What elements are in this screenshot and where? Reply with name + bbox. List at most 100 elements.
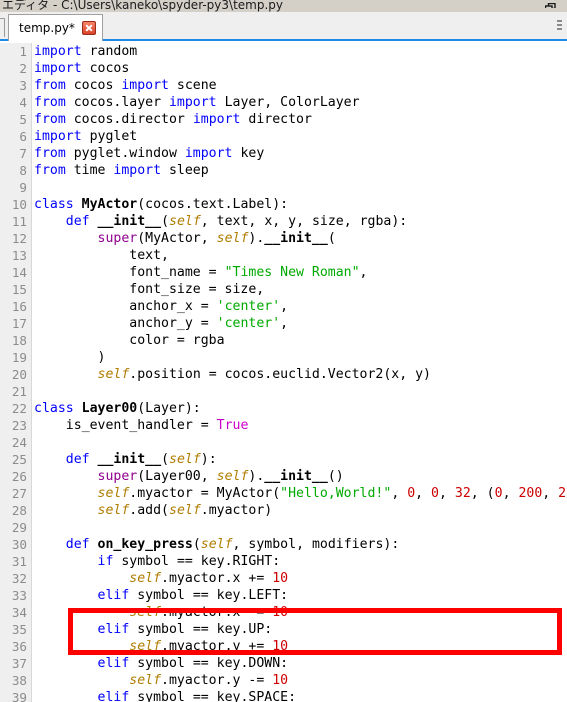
code-line[interactable]: 38 self.myactor.y -= 10 [0, 672, 567, 689]
code-text[interactable]: self.myactor.y += 10 [34, 638, 288, 655]
code-text[interactable]: super(Layer00, self).__init__() [34, 468, 344, 485]
code-line[interactable]: 14 font_name = "Times New Roman", [0, 264, 567, 281]
code-line[interactable]: 26 super(Layer00, self).__init__() [0, 468, 567, 485]
line-number: 4 [19, 95, 27, 110]
code-line[interactable]: 32 self.myactor.x += 10 [0, 570, 567, 587]
code-text[interactable]: self.myactor.x += 10 [34, 570, 288, 587]
code-line[interactable]: 25 def __init__(self): [0, 451, 567, 468]
code-text[interactable]: self.myactor.y -= 10 [34, 672, 288, 689]
code-line[interactable]: 1 import random [0, 43, 567, 60]
code-text[interactable]: is_event_handler = True [34, 417, 249, 434]
code-lines[interactable]: 1 import random 2 import cocos 3 from cocos i… [0, 43, 567, 702]
line-number: 24 [11, 435, 27, 450]
code-line[interactable]: 23 is_event_handler = True [0, 417, 567, 434]
line-number: 38 [11, 673, 27, 688]
code-text[interactable]: elif symbol == key.LEFT: [34, 587, 289, 604]
code-line[interactable]: 31 if symbol == key.RIGHT: [0, 553, 567, 570]
code-line[interactable]: 11 def __init__(self, text, x, y, size, … [0, 213, 567, 230]
code-text[interactable]: elif symbol == key.UP: [34, 621, 273, 638]
code-text[interactable]: class MyActor(cocos.text.Label): [34, 196, 288, 213]
code-line[interactable]: 36 self.myactor.y += 10 [0, 638, 567, 655]
code-line[interactable]: 8 from time import sleep [0, 162, 567, 179]
line-number: 39 [11, 690, 27, 702]
code-text[interactable]: text, [34, 247, 169, 264]
line-number: 10 [11, 197, 27, 212]
code-text[interactable]: from pyglet.window import key [34, 145, 264, 162]
code-line[interactable]: 17 anchor_y = 'center', [0, 315, 567, 332]
code-line[interactable]: 12 super(MyActor, self).__init__( [0, 230, 567, 247]
code-line[interactable]: 6 import pyglet [0, 128, 567, 145]
code-line[interactable]: 4 from cocos.layer import Layer, ColorLay… [0, 94, 567, 111]
code-line[interactable]: 39 elif symbol == key.SPACE: [0, 689, 567, 702]
code-line[interactable]: 2 import cocos [0, 60, 567, 77]
code-text[interactable]: from cocos import scene [34, 77, 217, 94]
code-line[interactable]: 28 self.add(self.myactor) [0, 502, 567, 519]
line-number: 20 [11, 367, 27, 382]
code-text[interactable]: import random [34, 43, 137, 60]
code-line[interactable]: 21 [0, 383, 567, 400]
code-line[interactable]: 5 from cocos.director import director [0, 111, 567, 128]
code-text[interactable]: def __init__(self, text, x, y, size, rgb… [34, 213, 407, 230]
code-text[interactable]: import cocos [34, 60, 129, 77]
code-text[interactable]: class Layer00(Layer): [34, 400, 201, 417]
code-line[interactable]: 37 elif symbol == key.DOWN: [0, 655, 567, 672]
code-text[interactable]: def on_key_press(self, symbol, modifiers… [34, 536, 400, 553]
line-number: 25 [11, 452, 27, 467]
code-text[interactable]: self.add(self.myactor) [34, 502, 273, 519]
code-text[interactable]: font_name = "Times New Roman", [34, 264, 367, 281]
line-number: 15 [11, 282, 27, 297]
line-number: 7 [19, 146, 27, 161]
code-text[interactable]: from time import sleep [34, 162, 209, 179]
code-line[interactable]: 9 [0, 179, 567, 196]
code-text[interactable]: from cocos.director import director [34, 111, 312, 128]
code-line[interactable]: 16 anchor_x = 'center', [0, 298, 567, 315]
code-text[interactable]: ) [34, 349, 106, 366]
code-line[interactable]: 33 elif symbol == key.LEFT: [0, 587, 567, 604]
code-line[interactable]: 10 class MyActor(cocos.text.Label): [0, 196, 567, 213]
line-number: 5 [19, 112, 27, 127]
line-number: 6 [19, 129, 27, 144]
code-text[interactable]: anchor_x = 'center', [34, 298, 288, 315]
code-line[interactable]: 13 text, [0, 247, 567, 264]
code-line[interactable]: 24 [0, 434, 567, 451]
line-number: 13 [11, 248, 27, 263]
code-line[interactable]: 34 self.myactor.x -= 10 [0, 604, 567, 621]
code-text[interactable]: import pyglet [34, 128, 137, 145]
code-text[interactable]: self.myactor.x -= 10 [34, 604, 288, 621]
code-text[interactable]: if symbol == key.RIGHT: [34, 553, 281, 570]
code-line[interactable]: 35 elif symbol == key.UP: [0, 621, 567, 638]
code-text[interactable]: elif symbol == key.SPACE: [34, 689, 297, 702]
code-text[interactable]: elif symbol == key.DOWN: [34, 655, 289, 672]
code-line[interactable]: 3 from cocos import scene [0, 77, 567, 94]
code-line[interactable]: 30 def on_key_press(self, symbol, modifi… [0, 536, 567, 553]
close-icon[interactable] [81, 21, 96, 35]
line-number: 29 [11, 520, 27, 535]
code-text[interactable]: from cocos.layer import Layer, ColorLaye… [34, 94, 360, 111]
code-text[interactable]: anchor_y = 'center', [34, 315, 288, 332]
drag-handle-icon[interactable] [557, 20, 562, 34]
code-editor[interactable]: 1 import random 2 import cocos 3 from cocos i… [0, 43, 567, 702]
line-number: 30 [11, 537, 27, 552]
code-line[interactable]: 22 class Layer00(Layer): [0, 400, 567, 417]
code-text[interactable]: font_size = size, [34, 281, 264, 298]
code-text[interactable]: def __init__(self): [34, 451, 217, 468]
editor-tabbar: temp.py* [0, 12, 567, 41]
line-number: 32 [11, 571, 27, 586]
code-line[interactable]: 29 [0, 519, 567, 536]
code-text[interactable]: self.position = cocos.euclid.Vector2(x, … [34, 366, 431, 383]
code-line[interactable]: 20 self.position = cocos.euclid.Vector2(… [0, 366, 567, 383]
code-text[interactable]: color = rgba [34, 332, 224, 349]
code-line[interactable]: 19 ) [0, 349, 567, 366]
line-number: 31 [11, 554, 27, 569]
code-line[interactable]: 27 self.myactor = MyActor("Hello,World!"… [0, 485, 567, 502]
tab-temp-py[interactable]: temp.py* [8, 14, 103, 41]
code-line[interactable]: 18 color = rgba [0, 332, 567, 349]
code-text[interactable]: super(MyActor, self).__init__( [34, 230, 336, 247]
code-line[interactable]: 7 from pyglet.window import key [0, 145, 567, 162]
line-number: 8 [19, 163, 27, 178]
code-text[interactable]: self.myactor = MyActor("Hello,World!", 0… [34, 485, 567, 502]
line-number: 27 [11, 486, 27, 501]
code-line[interactable]: 15 font_size = size, [0, 281, 567, 298]
restore-window-icon[interactable] [545, 0, 556, 8]
line-number: 16 [11, 299, 27, 314]
